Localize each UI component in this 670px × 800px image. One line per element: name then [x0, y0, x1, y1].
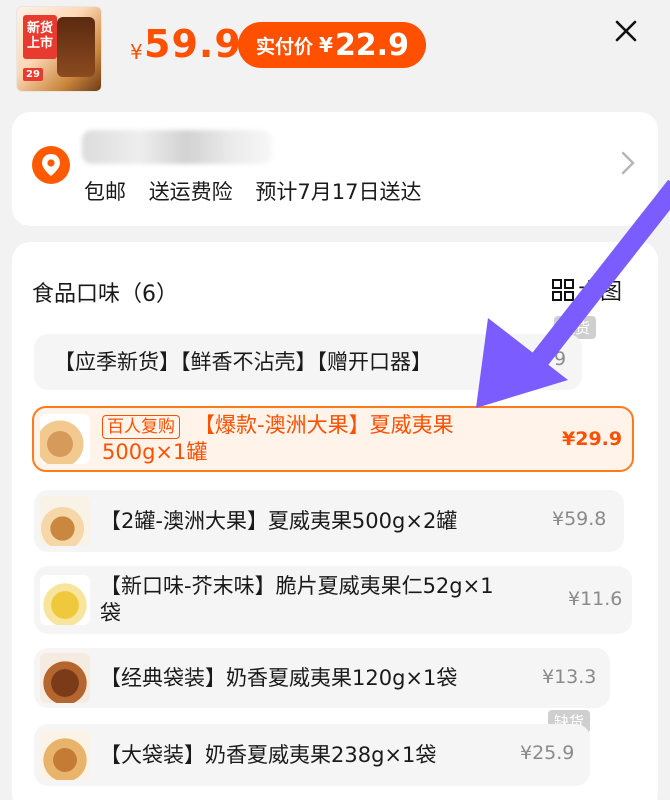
location-pin-icon	[32, 146, 70, 184]
thumbnail-jar	[57, 17, 95, 77]
product-price: 59.9	[144, 22, 242, 66]
sku-header: 新货上市 29 ¥ 59.9 实付价 ¥ 22.9	[0, 0, 670, 100]
shipping-insurance: 送运费险	[148, 180, 233, 204]
option-image	[40, 730, 90, 780]
final-price-label: 实付价	[256, 35, 314, 58]
option-price: ¥13.3	[542, 666, 597, 688]
option-price: 9	[554, 348, 567, 370]
shipping-eta: 预计7月17日送达	[255, 180, 422, 204]
option-label: 【应季新货】【鲜香不沾壳】【赠开口器】	[54, 349, 432, 374]
option-image	[40, 414, 90, 464]
grid-icon	[552, 279, 574, 301]
repurchase-tag: 百人复购	[102, 415, 180, 439]
option-price: ¥29.9	[562, 428, 623, 450]
option-label: 【大袋装】奶香夏威夷果238g×1袋	[100, 742, 437, 767]
flavor-option-3[interactable]: 【2罐-澳洲大果】夏威夷果500g×2罐 ¥59.8	[34, 490, 624, 552]
close-icon	[615, 20, 637, 42]
flavor-option-1[interactable]: 【应季新货】【鲜香不沾壳】【赠开口器】 9	[34, 334, 582, 390]
product-thumbnail[interactable]: 新货上市 29	[16, 6, 102, 92]
shipping-free: 包邮	[84, 180, 126, 204]
final-price-symbol: ¥	[319, 33, 333, 57]
address-card[interactable]: 包邮 送运费险 预计7月17日送达	[12, 112, 658, 226]
flavor-option-2[interactable]: 百人复购 【爆款-澳洲大果】夏威夷果500g×1罐 ¥29.9	[32, 406, 634, 472]
option-image	[40, 575, 90, 625]
thumbnail-tag: 新货上市	[23, 15, 57, 59]
option-price: ¥25.9	[520, 742, 575, 764]
chevron-right-icon	[621, 151, 635, 175]
large-image-toggle[interactable]: 大图	[552, 274, 622, 306]
option-label: 【新口味-芥末味】脆片夏威夷果仁52g×1袋	[100, 574, 494, 625]
flavor-section-title: 食品口味（6）	[32, 282, 178, 307]
option-text: 百人复购 【爆款-澳洲大果】夏威夷果500g×1罐	[102, 412, 522, 466]
flavor-option-4[interactable]: 【新口味-芥末味】脆片夏威夷果仁52g×1袋 ¥11.6	[34, 566, 632, 634]
option-image	[40, 653, 90, 703]
option-price: ¥11.6	[568, 588, 623, 610]
address-blurred	[82, 130, 272, 164]
final-price-pill: 实付价 ¥ 22.9	[238, 22, 426, 68]
flavor-option-6[interactable]: 【大袋装】奶香夏威夷果238g×1袋 ¥25.9	[34, 724, 590, 786]
large-image-label: 大图	[578, 280, 623, 305]
option-label: 【2罐-澳洲大果】夏威夷果500g×2罐	[100, 508, 458, 533]
close-button[interactable]	[606, 14, 646, 48]
thumbnail-badge: 29	[23, 68, 43, 81]
shipping-info: 包邮 送运费险 预计7月17日送达	[84, 176, 437, 206]
option-label: 【经典袋装】奶香夏威夷果120g×1袋	[100, 665, 458, 690]
flavor-option-5[interactable]: 【经典袋装】奶香夏威夷果120g×1袋 ¥13.3	[34, 648, 610, 708]
price-symbol: ¥	[130, 40, 143, 64]
option-image	[40, 496, 90, 546]
final-price-value: 22.9	[334, 27, 409, 63]
option-price: ¥59.8	[552, 508, 607, 530]
